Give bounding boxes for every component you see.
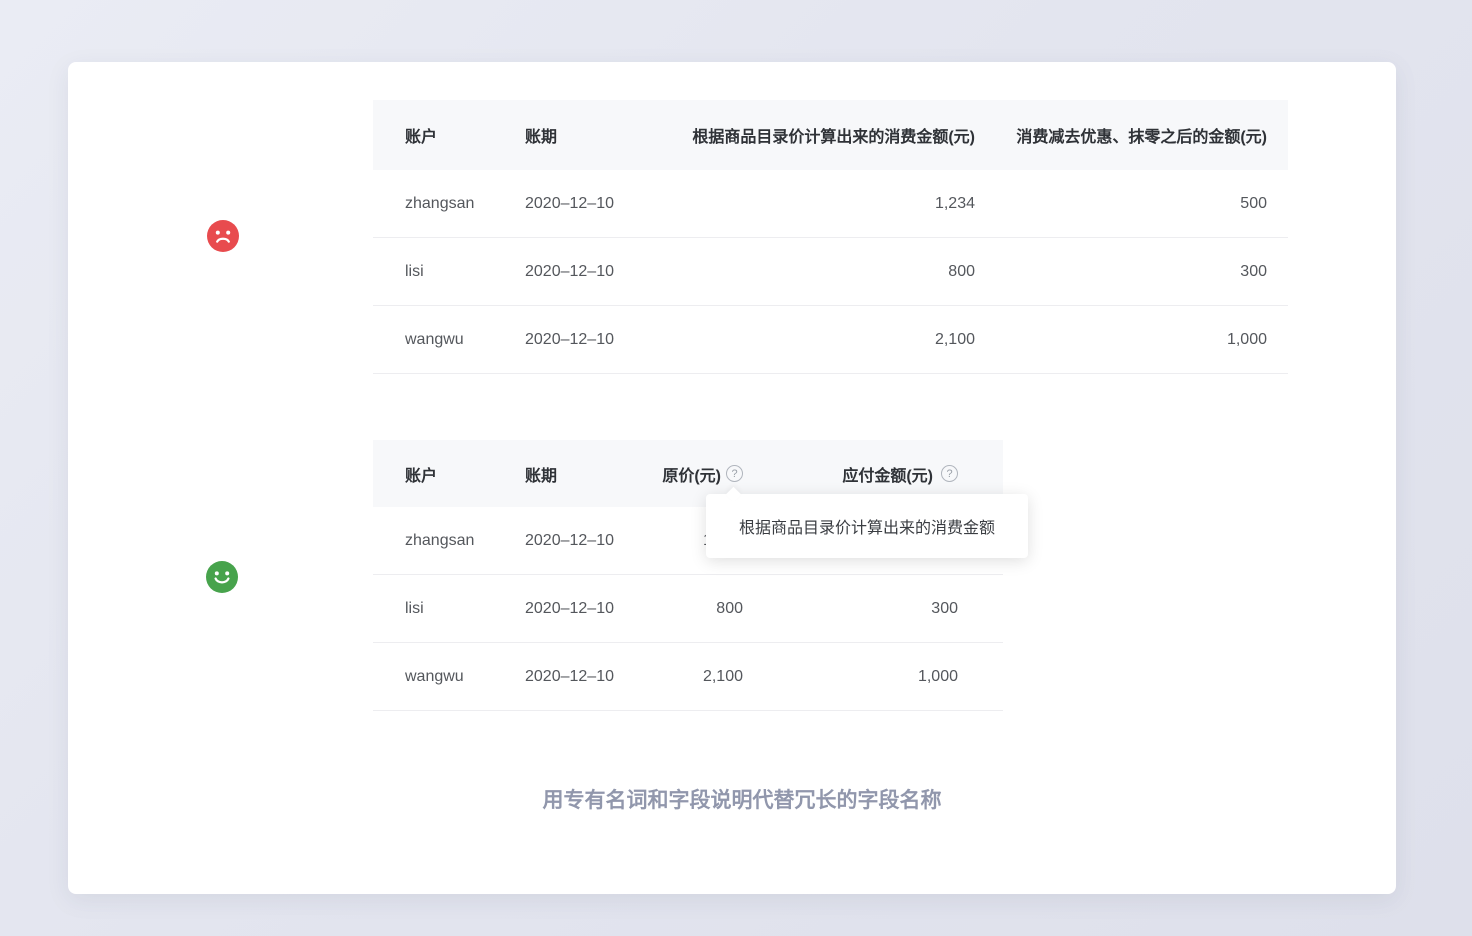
- header-list-price-label: 原价(元): [662, 462, 721, 486]
- cell-account: zhangsan: [373, 507, 525, 574]
- table-row: lisi 2020–12–10 800 300: [373, 238, 1288, 306]
- cell-account: lisi: [373, 575, 525, 642]
- cell-list-price: 1,234: [655, 170, 975, 237]
- header-period: 账期: [525, 100, 655, 170]
- table-row: wangwu 2020–12–10 2,100 1,000: [373, 643, 1003, 711]
- cell-account: lisi: [373, 238, 525, 305]
- header-period: 账期: [525, 440, 645, 507]
- cell-list-price: 2,100: [655, 306, 975, 373]
- caption-text: 用专有名词和字段说明代替冗长的字段名称: [543, 784, 942, 814]
- cell-period: 2020–12–10: [525, 306, 655, 373]
- sad-face-icon: [207, 220, 239, 252]
- cell-account: wangwu: [373, 306, 525, 373]
- cell-period: 2020–12–10: [525, 238, 655, 305]
- cell-period: 2020–12–10: [525, 575, 645, 642]
- header-payable: 消费减去优惠、抹零之后的金额(元): [975, 100, 1288, 170]
- cell-payable: 500: [975, 170, 1288, 237]
- help-icon[interactable]: ?: [726, 465, 743, 482]
- content-card: 账户 账期 根据商品目录价计算出来的消费金额(元) 消费减去优惠、抹零之后的金额…: [68, 62, 1396, 894]
- header-account: 账户: [373, 440, 525, 507]
- cell-account: wangwu: [373, 643, 525, 710]
- header-list-price: 根据商品目录价计算出来的消费金额(元): [655, 100, 975, 170]
- tooltip-text: 根据商品目录价计算出来的消费金额: [739, 514, 995, 538]
- help-icon[interactable]: ?: [941, 465, 958, 482]
- cell-list-price: 2,100: [645, 643, 745, 710]
- cell-payable: 1,000: [745, 643, 1003, 710]
- tooltip: 根据商品目录价计算出来的消费金额: [706, 494, 1028, 558]
- cell-period: 2020–12–10: [525, 170, 655, 237]
- cell-payable: 1,000: [975, 306, 1288, 373]
- table-row: wangwu 2020–12–10 2,100 1,000: [373, 306, 1288, 374]
- header-account: 账户: [373, 100, 525, 170]
- good-example-table: 账户 账期 原价(元) ? 应付金额(元) ? zhangsan 2020–12…: [373, 440, 1003, 711]
- cell-period: 2020–12–10: [525, 643, 645, 710]
- cell-account: zhangsan: [373, 170, 525, 237]
- smiley-face-icon: [206, 561, 238, 593]
- bad-example-table: 账户 账期 根据商品目录价计算出来的消费金额(元) 消费减去优惠、抹零之后的金额…: [373, 100, 1288, 374]
- cell-list-price: 800: [645, 575, 745, 642]
- cell-list-price: 800: [655, 238, 975, 305]
- header-payable-label: 应付金额(元): [842, 462, 933, 486]
- table-header-row: 账户 账期 根据商品目录价计算出来的消费金额(元) 消费减去优惠、抹零之后的金额…: [373, 100, 1288, 170]
- cell-period: 2020–12–10: [525, 507, 645, 574]
- cell-payable: 300: [975, 238, 1288, 305]
- cell-payable: 300: [745, 575, 1003, 642]
- table-row: lisi 2020–12–10 800 300: [373, 575, 1003, 643]
- table-row: zhangsan 2020–12–10 1,234 500: [373, 170, 1288, 238]
